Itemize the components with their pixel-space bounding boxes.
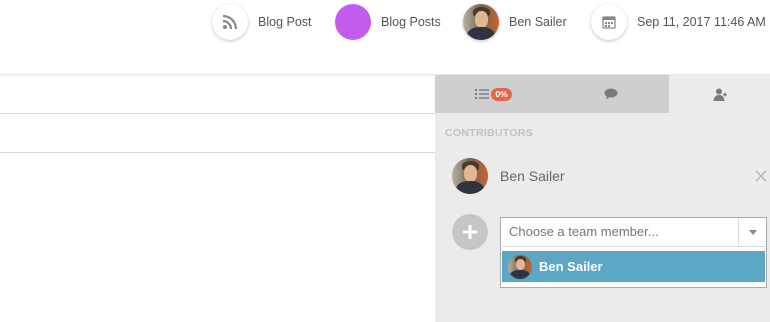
tab-tasks[interactable]: 0%	[435, 75, 552, 113]
option-name: Ben Sailer	[539, 259, 603, 274]
content-owner[interactable]: Ben Sailer	[463, 4, 567, 40]
owner-avatar	[463, 4, 499, 40]
dropdown-option[interactable]: Ben Sailer	[502, 251, 765, 282]
task-progress-badge: 0%	[491, 87, 512, 101]
content-divider	[0, 113, 435, 114]
date-label: Sep 11, 2017 11:46 AM	[637, 15, 766, 29]
content-list-label: Blog Posts	[381, 15, 441, 29]
rss-icon	[212, 4, 248, 40]
content-date[interactable]: Sep 11, 2017 11:46 AM	[591, 4, 766, 40]
content-list[interactable]: Blog Posts	[335, 4, 441, 40]
list-color-dot	[335, 4, 371, 40]
comment-icon	[604, 88, 617, 100]
section-title: CONTRIBUTORS	[445, 127, 533, 139]
content-type[interactable]: Blog Post	[212, 4, 312, 40]
contributor-row: Ben Sailer	[452, 158, 770, 194]
content-meta-bar: Blog Post Blog Posts Ben Sailer Sep 11, …	[0, 0, 770, 75]
content-divider	[0, 152, 435, 153]
close-icon	[755, 170, 767, 182]
content-type-label: Blog Post	[258, 15, 312, 29]
contributor-avatar	[452, 158, 488, 194]
team-member-select[interactable]: Choose a team member...	[500, 217, 767, 246]
plus-icon	[463, 225, 477, 239]
calendar-icon	[591, 4, 627, 40]
add-contributor-button[interactable]	[452, 214, 488, 250]
tab-contributors[interactable]	[669, 75, 770, 113]
contributors-icon	[713, 88, 727, 101]
chevron-down-icon[interactable]	[738, 218, 766, 246]
tab-comments[interactable]	[552, 75, 669, 113]
sidebar-panel: 0% CONTRIBUTORS Ben Sailer Choose a team…	[435, 75, 770, 322]
owner-name: Ben Sailer	[509, 15, 567, 29]
team-member-dropdown: Ben Sailer	[500, 246, 767, 288]
remove-contributor-button[interactable]	[752, 167, 770, 185]
option-avatar	[508, 254, 532, 279]
task-list-icon	[475, 89, 490, 99]
contributor-name: Ben Sailer	[500, 168, 565, 184]
sidebar-tabs: 0%	[435, 75, 770, 113]
team-member-placeholder: Choose a team member...	[509, 224, 659, 239]
